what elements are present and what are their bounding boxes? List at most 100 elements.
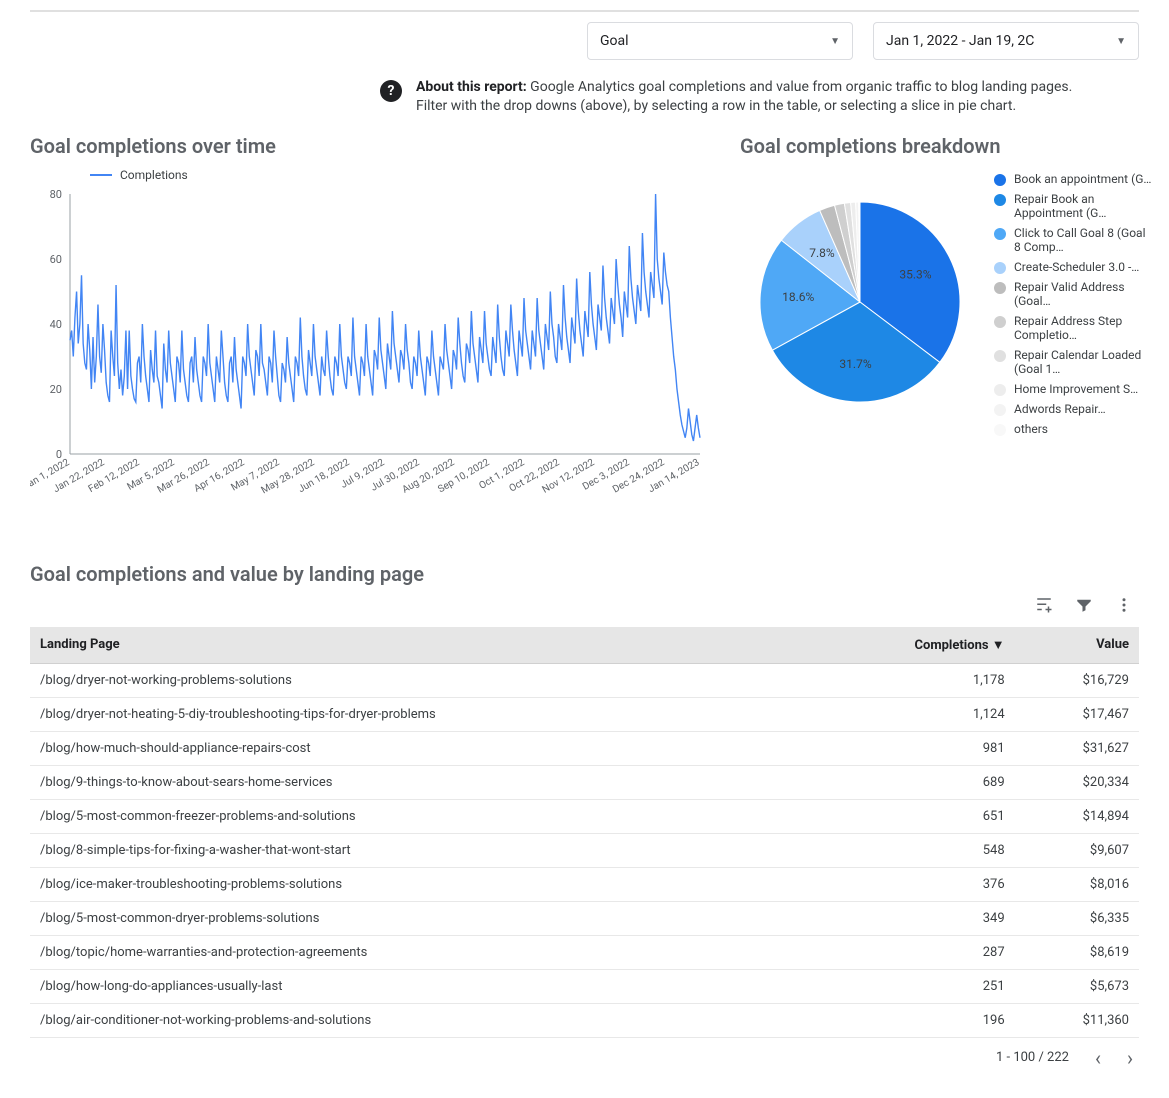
landing-page-table: Landing Page Completions ▼ Value /blog/d… <box>30 627 1139 1038</box>
sort-desc-icon: ▼ <box>992 638 1005 653</box>
cell-landing-page: /blog/5-most-common-freezer-problems-and… <box>30 799 808 833</box>
cell-landing-page: /blog/how-much-should-appliance-repairs-… <box>30 731 808 765</box>
svg-text:35.3%: 35.3% <box>899 267 931 281</box>
table-row[interactable]: /blog/5-most-common-freezer-problems-and… <box>30 799 1139 833</box>
svg-text:7.8%: 7.8% <box>809 246 835 260</box>
cell-landing-page: /blog/9-things-to-know-about-sears-home-… <box>30 765 808 799</box>
table-row[interactable]: /blog/5-most-common-dryer-problems-solut… <box>30 901 1139 935</box>
legend-dot-icon <box>994 424 1006 436</box>
line-chart-title: Goal completions over time <box>30 134 710 158</box>
pie-legend-item[interactable]: Book an appointment (G… <box>994 172 1154 186</box>
table-row[interactable]: /blog/how-long-do-appliances-usually-las… <box>30 969 1139 1003</box>
pie-legend-item[interactable]: Click to Call Goal 8 (Goal 8 Comp… <box>994 226 1154 254</box>
table-title: Goal completions and value by landing pa… <box>30 562 1139 586</box>
settings-icon[interactable] <box>1035 596 1053 619</box>
chevron-down-icon: ▼ <box>1116 36 1126 47</box>
pie-legend-item[interactable]: Create-Scheduler 3.0 -… <box>994 260 1154 274</box>
legend-dot-icon <box>994 384 1006 396</box>
line-swatch-icon <box>90 174 112 176</box>
pie-legend-item[interactable]: Repair Address Step Completio… <box>994 314 1154 342</box>
legend-dot-icon <box>994 194 1006 206</box>
svg-text:40: 40 <box>50 318 62 331</box>
col-landing-page[interactable]: Landing Page <box>30 627 808 664</box>
table-toolbar <box>30 594 1139 627</box>
pie-legend-item[interactable]: Repair Valid Address (Goal… <box>994 280 1154 308</box>
cell-landing-page: /blog/air-conditioner-not-working-proble… <box>30 1003 808 1037</box>
svg-text:18.6%: 18.6% <box>782 290 814 304</box>
pager-next-icon[interactable]: › <box>1127 1048 1133 1068</box>
cell-value: $8,619 <box>1015 935 1139 969</box>
cell-landing-page: /blog/dryer-not-heating-5-diy-troublesho… <box>30 697 808 731</box>
about-text: About this report: Google Analytics goal… <box>416 78 1096 116</box>
cell-completions: 196 <box>808 1003 1014 1037</box>
cell-completions: 376 <box>808 867 1014 901</box>
legend-label: Repair Address Step Completio… <box>1014 314 1154 342</box>
about-report: ? About this report: Google Analytics go… <box>380 78 1139 116</box>
line-chart-panel: Goal completions over time Completions 0… <box>30 134 710 528</box>
chevron-down-icon: ▼ <box>830 36 840 47</box>
cell-landing-page: /blog/how-long-do-appliances-usually-las… <box>30 969 808 1003</box>
table-row[interactable]: /blog/topic/home-warranties-and-protecti… <box>30 935 1139 969</box>
cell-value: $9,607 <box>1015 833 1139 867</box>
pie-legend-item[interactable]: Repair Calendar Loaded (Goal 1… <box>994 348 1154 376</box>
pager-prev-icon[interactable]: ‹ <box>1095 1048 1101 1068</box>
cell-completions: 548 <box>808 833 1014 867</box>
legend-label: Repair Book an Appointment (G… <box>1014 192 1154 220</box>
pie-legend-item[interactable]: Repair Book an Appointment (G… <box>994 192 1154 220</box>
date-range-dropdown[interactable]: Jan 1, 2022 - Jan 19, 2C ▼ <box>873 22 1139 60</box>
goal-dropdown-label: Goal <box>600 33 629 49</box>
cell-completions: 651 <box>808 799 1014 833</box>
pie-chart[interactable]: 35.3% 31.7% 18.6% 7.8% <box>740 172 980 432</box>
cell-value: $20,334 <box>1015 765 1139 799</box>
pie-legend-item[interactable]: others <box>994 422 1154 436</box>
legend-dot-icon <box>994 228 1006 240</box>
help-icon: ? <box>380 80 402 102</box>
cell-completions: 349 <box>808 901 1014 935</box>
table-row[interactable]: /blog/air-conditioner-not-working-proble… <box>30 1003 1139 1037</box>
table-row[interactable]: /blog/how-much-should-appliance-repairs-… <box>30 731 1139 765</box>
about-title: About this report: <box>416 79 527 95</box>
filter-icon[interactable] <box>1075 596 1093 619</box>
date-range-label: Jan 1, 2022 - Jan 19, 2C <box>886 33 1034 49</box>
legend-label: Create-Scheduler 3.0 -… <box>1014 260 1139 274</box>
table-pager: 1 - 100 / 222 ‹ › <box>30 1038 1139 1068</box>
svg-text:80: 80 <box>50 188 62 201</box>
table-row[interactable]: /blog/8-simple-tips-for-fixing-a-washer-… <box>30 833 1139 867</box>
table-row[interactable]: /blog/dryer-not-working-problems-solutio… <box>30 663 1139 697</box>
svg-text:20: 20 <box>50 383 62 396</box>
pie-legend-item[interactable]: Home Improvement S… <box>994 382 1154 396</box>
col-value[interactable]: Value <box>1015 627 1139 664</box>
cell-landing-page: /blog/dryer-not-working-problems-solutio… <box>30 663 808 697</box>
svg-text:31.7%: 31.7% <box>839 357 871 371</box>
table-row[interactable]: /blog/ice-maker-troubleshooting-problems… <box>30 867 1139 901</box>
table-section: Goal completions and value by landing pa… <box>30 562 1139 1068</box>
cell-completions: 1,178 <box>808 663 1014 697</box>
line-chart[interactable]: 020406080Jan 1, 2022Jan 22, 2022Feb 12, … <box>30 184 710 524</box>
legend-label: Repair Calendar Loaded (Goal 1… <box>1014 348 1154 376</box>
legend-label: Book an appointment (G… <box>1014 172 1151 186</box>
legend-label: Home Improvement S… <box>1014 382 1138 396</box>
legend-dot-icon <box>994 404 1006 416</box>
pie-chart-panel: Goal completions breakdown 35.3%31.7%18.… <box>740 134 1160 436</box>
pie-legend-item[interactable]: Adwords Repair… <box>994 402 1154 416</box>
cell-completions: 287 <box>808 935 1014 969</box>
more-icon[interactable] <box>1115 596 1133 619</box>
report-page: Goal ▼ Jan 1, 2022 - Jan 19, 2C ▼ ? Abou… <box>0 0 1169 1098</box>
cell-value: $11,360 <box>1015 1003 1139 1037</box>
col-completions[interactable]: Completions ▼ <box>808 627 1014 664</box>
cell-completions: 1,124 <box>808 697 1014 731</box>
legend-label: Click to Call Goal 8 (Goal 8 Comp… <box>1014 226 1154 254</box>
table-row[interactable]: /blog/9-things-to-know-about-sears-home-… <box>30 765 1139 799</box>
cell-landing-page: /blog/5-most-common-dryer-problems-solut… <box>30 901 808 935</box>
table-header-row: Landing Page Completions ▼ Value <box>30 627 1139 664</box>
cell-landing-page: /blog/8-simple-tips-for-fixing-a-washer-… <box>30 833 808 867</box>
svg-text:60: 60 <box>50 253 62 266</box>
legend-label: others <box>1014 422 1048 436</box>
filter-bar: Goal ▼ Jan 1, 2022 - Jan 19, 2C ▼ <box>30 10 1139 60</box>
legend-dot-icon <box>994 282 1006 294</box>
legend-dot-icon <box>994 174 1006 186</box>
cell-value: $5,673 <box>1015 969 1139 1003</box>
cell-completions: 689 <box>808 765 1014 799</box>
table-row[interactable]: /blog/dryer-not-heating-5-diy-troublesho… <box>30 697 1139 731</box>
goal-dropdown[interactable]: Goal ▼ <box>587 22 853 60</box>
